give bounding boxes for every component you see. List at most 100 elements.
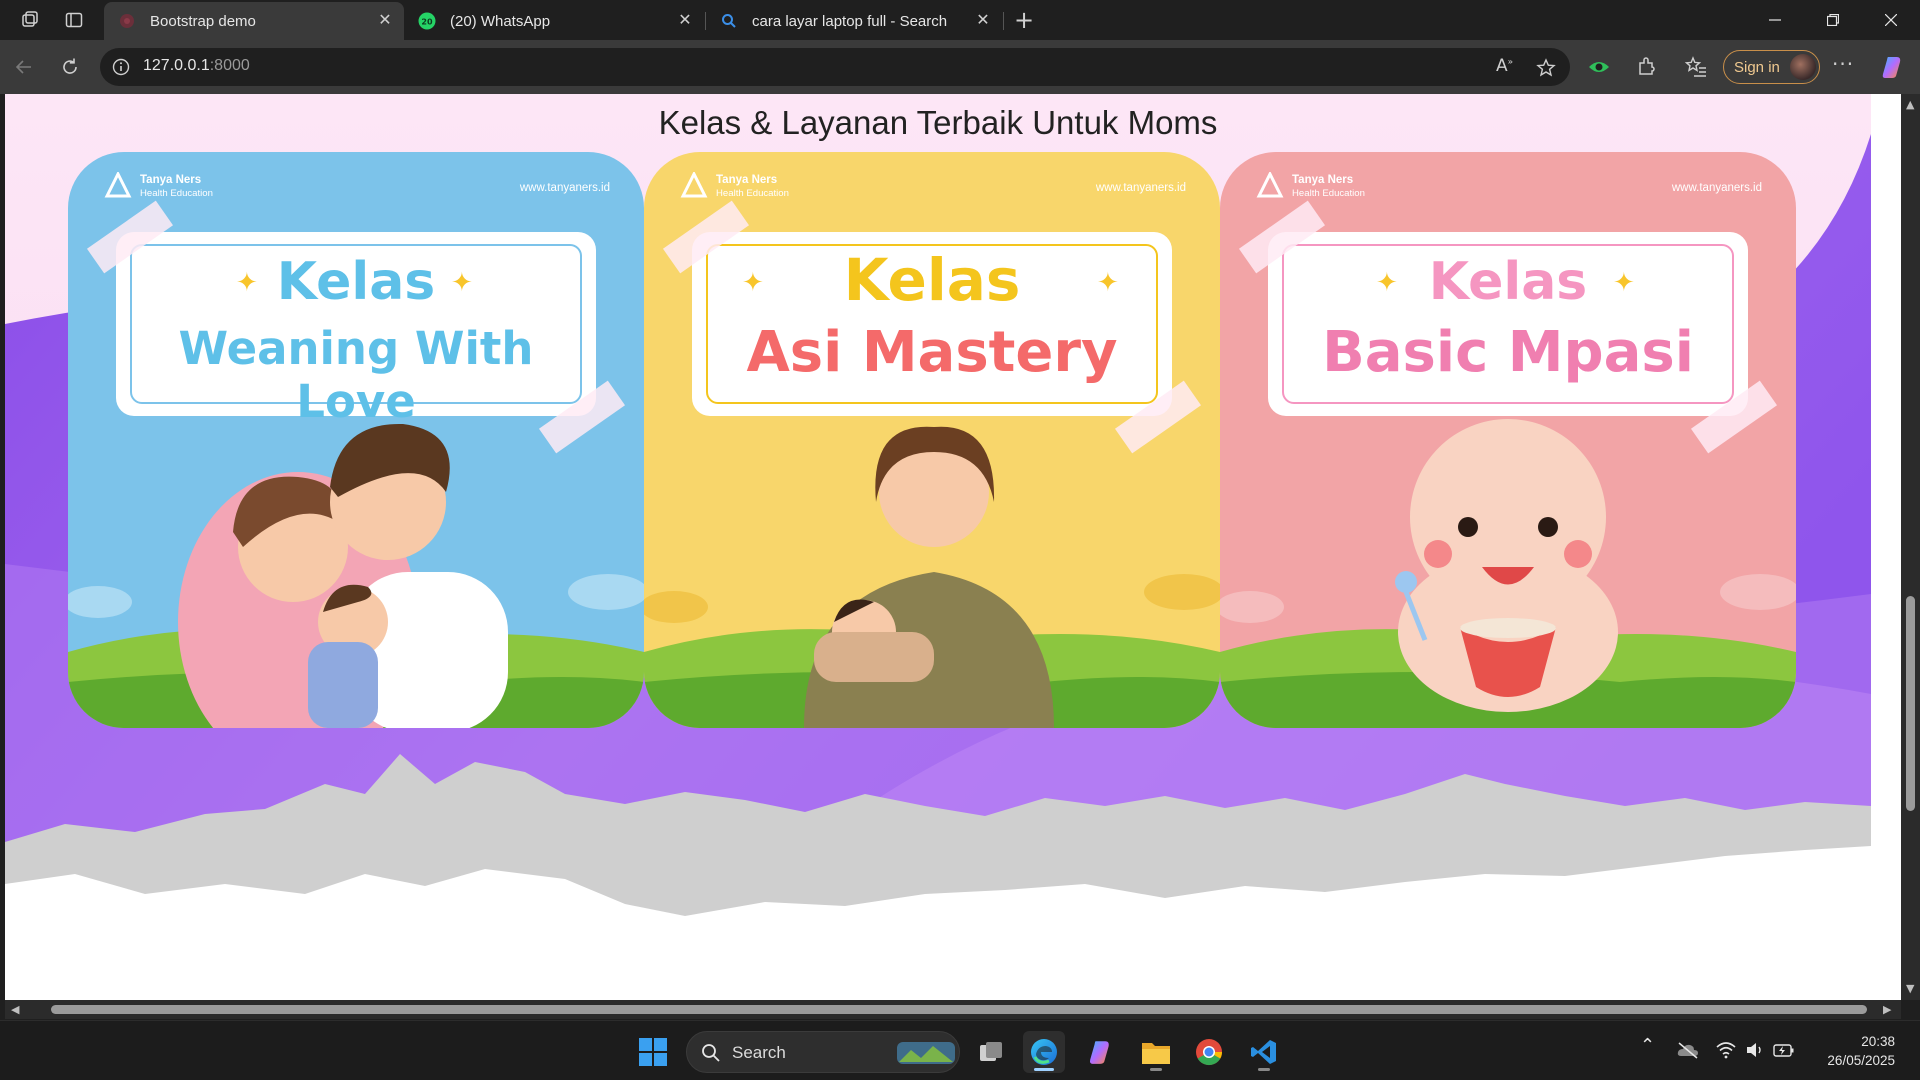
card-title-panel: ✦ ✦ Kelas Asi Mastery (692, 232, 1172, 416)
brand-label: Tanya Ners (716, 174, 778, 186)
tanya-ners-logo-icon (680, 172, 708, 198)
website-label: www.tanyaners.id (1095, 182, 1186, 194)
page-viewport: Kelas & Layanan Terbaik Untuk Moms ✦ ✦ K… (5, 94, 1901, 1000)
page-title: Kelas & Layanan Terbaik Untuk Moms (658, 104, 1218, 141)
avatar (1790, 54, 1816, 80)
chrome-icon (1196, 1039, 1223, 1066)
address-bar[interactable]: 127.0.0.1:8000 A» (100, 48, 1570, 86)
scroll-left-arrow-icon[interactable]: ◀ (11, 1003, 19, 1016)
close-window-icon[interactable] (1862, 0, 1920, 40)
sign-in-button[interactable]: Sign in (1723, 50, 1820, 84)
search-favicon-icon (722, 14, 736, 28)
card-class-title: Basic Mpasi (1322, 320, 1694, 385)
refresh-icon[interactable] (56, 53, 84, 81)
class-card-asi[interactable]: ✦ ✦ Kelas Asi Mastery Tanya Ners Health E… (644, 152, 1220, 728)
url-host: 127.0.0.1 (143, 57, 210, 74)
close-tab-icon[interactable]: ✕ (376, 12, 394, 30)
search-label: Search (732, 1043, 786, 1062)
wifi-icon[interactable] (1716, 1041, 1736, 1059)
running-indicator (1150, 1068, 1162, 1071)
task-view-icon (980, 1042, 1002, 1061)
battery-charging-icon[interactable] (1773, 1041, 1795, 1059)
clock-time: 20:38 (1861, 1034, 1895, 1049)
card-class-title: Asi Mastery (746, 320, 1118, 385)
windows-logo-icon (639, 1038, 667, 1066)
vertical-scroll-thumb[interactable] (1906, 596, 1915, 811)
copilot-taskbar-button[interactable] (1080, 1031, 1122, 1073)
edge-icon (1031, 1039, 1057, 1065)
url-text: 127.0.0.1:8000 (143, 57, 250, 75)
tanya-ners-logo-icon (1256, 172, 1284, 198)
minimize-icon[interactable] (1746, 0, 1804, 40)
tab-title: cara layar laptop full - Search (752, 12, 948, 30)
card-title-panel: ✦ ✦ Kelas Weaning With Love (116, 232, 596, 428)
task-view-button[interactable] (970, 1031, 1012, 1073)
horizontal-scrollbar[interactable]: ◀ ▶ (5, 1000, 1901, 1019)
tab-whatsapp[interactable]: 20 (20) WhatsApp ✕ (404, 2, 704, 40)
svg-text:20: 20 (421, 18, 433, 27)
onedrive-offline-icon[interactable] (1677, 1041, 1699, 1059)
show-hidden-icons-chevron-icon[interactable]: ⌃ (1640, 1035, 1655, 1056)
brand-sub-label: Health Education (716, 188, 789, 199)
brand-name: Tanya Ners Health Education (716, 174, 789, 200)
new-tab-icon[interactable]: + (1012, 6, 1036, 34)
brand-sub-label: Health Education (140, 188, 213, 199)
extensions-puzzle-icon[interactable] (1635, 55, 1659, 79)
search-icon (702, 1044, 720, 1062)
tab-strip: Bootstrap demo ✕ 20 (20) WhatsApp ✕ cara… (0, 0, 1920, 40)
close-tab-icon[interactable]: ✕ (974, 12, 992, 30)
copilot-icon[interactable] (1880, 54, 1906, 80)
edge-taskbar-button[interactable] (1023, 1031, 1065, 1073)
extension-green-icon[interactable] (1587, 55, 1611, 79)
tab-bootstrap-demo[interactable]: Bootstrap demo ✕ (104, 2, 404, 40)
bootstrap-favicon-icon (120, 14, 134, 28)
favorite-star-icon[interactable] (1536, 58, 1556, 78)
vscode-taskbar-button[interactable] (1243, 1031, 1285, 1073)
taskbar-search[interactable]: Search (686, 1031, 960, 1073)
card-class-title: Weaning With Love (178, 322, 534, 428)
class-card-mpasi[interactable]: ✦ ✦ Kelas Basic Mpasi Tanya Ners Health E… (1220, 152, 1796, 728)
whatsapp-icon: 20 (418, 12, 436, 30)
back-icon[interactable] (10, 53, 38, 81)
card-title-panel: ✦ ✦ Kelas Basic Mpasi (1268, 232, 1748, 416)
chrome-taskbar-button[interactable] (1188, 1031, 1230, 1073)
tab-search[interactable]: cara layar laptop full - Search ✕ (706, 2, 1002, 40)
brand-label: Tanya Ners (1292, 174, 1354, 186)
file-explorer-button[interactable] (1135, 1031, 1177, 1073)
system-clock[interactable]: 20:38 26/05/2025 (1815, 1032, 1895, 1070)
read-aloud-icon[interactable]: A» (1496, 56, 1513, 76)
close-tab-icon[interactable]: ✕ (676, 12, 694, 30)
card-kelas-label: Kelas (843, 246, 1021, 314)
more-menu-icon[interactable]: ··· (1832, 52, 1854, 76)
horizontal-scroll-thumb[interactable] (51, 1005, 1867, 1014)
vscode-icon (1251, 1040, 1276, 1064)
search-highlight-icon (897, 1042, 955, 1064)
scroll-right-arrow-icon[interactable]: ▶ (1883, 1003, 1891, 1016)
active-indicator (1034, 1068, 1054, 1071)
class-card-weaning[interactable]: ✦ ✦ Kelas Weaning With Love Tanya Ners He… (68, 152, 644, 728)
site-info-icon[interactable] (112, 58, 130, 76)
tab-separator (1003, 12, 1004, 30)
sign-in-label: Sign in (1734, 58, 1780, 76)
workspaces-icon[interactable] (18, 8, 42, 32)
vertical-tabs-icon[interactable] (62, 8, 86, 32)
brand-name: Tanya Ners Health Education (1292, 174, 1365, 200)
running-indicator (1258, 1068, 1270, 1071)
browser-toolbar: 127.0.0.1:8000 A» Sign in ··· (0, 40, 1920, 94)
tab-title: (20) WhatsApp (450, 12, 551, 30)
website-label: www.tanyaners.id (519, 182, 610, 194)
card-kelas-label: Kelas (1428, 252, 1588, 312)
volume-icon[interactable] (1745, 1041, 1765, 1059)
tab-title: Bootstrap demo (150, 12, 256, 30)
scroll-down-arrow-icon[interactable]: ▼ (1906, 982, 1914, 995)
vertical-scrollbar[interactable]: ▲ ▼ (1901, 94, 1920, 1000)
restore-icon[interactable] (1804, 0, 1862, 40)
brand-label: Tanya Ners (140, 174, 202, 186)
brand-sub-label: Health Education (1292, 188, 1365, 199)
start-button[interactable] (632, 1031, 674, 1073)
favorites-collection-icon[interactable] (1684, 55, 1708, 79)
taskbar: Search ⌃ 20:38 26/05/2025 (0, 1020, 1920, 1080)
scroll-up-arrow-icon[interactable]: ▲ (1906, 98, 1914, 111)
copilot-app-icon (1089, 1041, 1109, 1064)
folder-icon (1142, 1043, 1170, 1064)
